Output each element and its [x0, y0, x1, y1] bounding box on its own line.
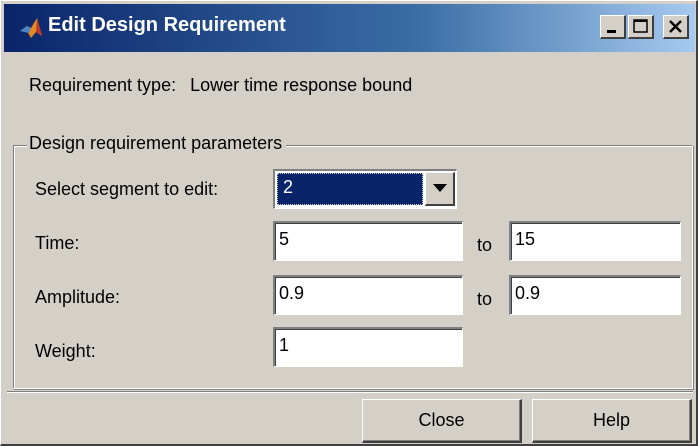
- title-bar[interactable]: Edit Design Requirement: [4, 4, 695, 52]
- requirement-type-value: Lower time response bound: [190, 75, 413, 95]
- segment-dropdown-button[interactable]: [425, 172, 455, 206]
- requirement-type-row: Requirement type: Lower time response bou…: [29, 75, 412, 96]
- matlab-logo-icon: [20, 18, 42, 38]
- segment-selected-value: 2: [277, 173, 423, 205]
- close-window-button[interactable]: [663, 15, 689, 39]
- minimize-button[interactable]: [600, 15, 626, 39]
- parameters-group-label: Design requirement parameters: [27, 133, 287, 154]
- maximize-icon: [633, 19, 648, 33]
- weight-field[interactable]: 1: [273, 327, 463, 367]
- amplitude-to-label: to: [477, 289, 493, 309]
- edit-design-requirement-dialog: Edit Design Requirement Requirement type…: [0, 0, 698, 446]
- time-to-label: to: [477, 235, 493, 255]
- time-from-field[interactable]: 5: [273, 221, 463, 261]
- window-title: Edit Design Requirement: [48, 14, 286, 36]
- close-button[interactable]: Close: [362, 399, 522, 443]
- requirement-type-label: Requirement type:: [29, 75, 177, 95]
- amplitude-to-field[interactable]: 0.9: [509, 275, 681, 315]
- segment-label: Select segment to edit:: [35, 179, 219, 199]
- time-label: Time:: [35, 233, 80, 253]
- help-button[interactable]: Help: [532, 399, 692, 443]
- chevron-down-icon: [433, 184, 447, 192]
- close-icon: [669, 20, 682, 33]
- time-to-field[interactable]: 15: [509, 221, 681, 261]
- weight-label: Weight:: [35, 341, 96, 361]
- amplitude-from-field[interactable]: 0.9: [273, 275, 463, 315]
- minimize-icon: [607, 30, 616, 33]
- segment-select[interactable]: 2: [273, 169, 457, 209]
- button-area-separator: [7, 391, 693, 393]
- maximize-button[interactable]: [628, 15, 654, 39]
- amplitude-label: Amplitude:: [35, 287, 121, 307]
